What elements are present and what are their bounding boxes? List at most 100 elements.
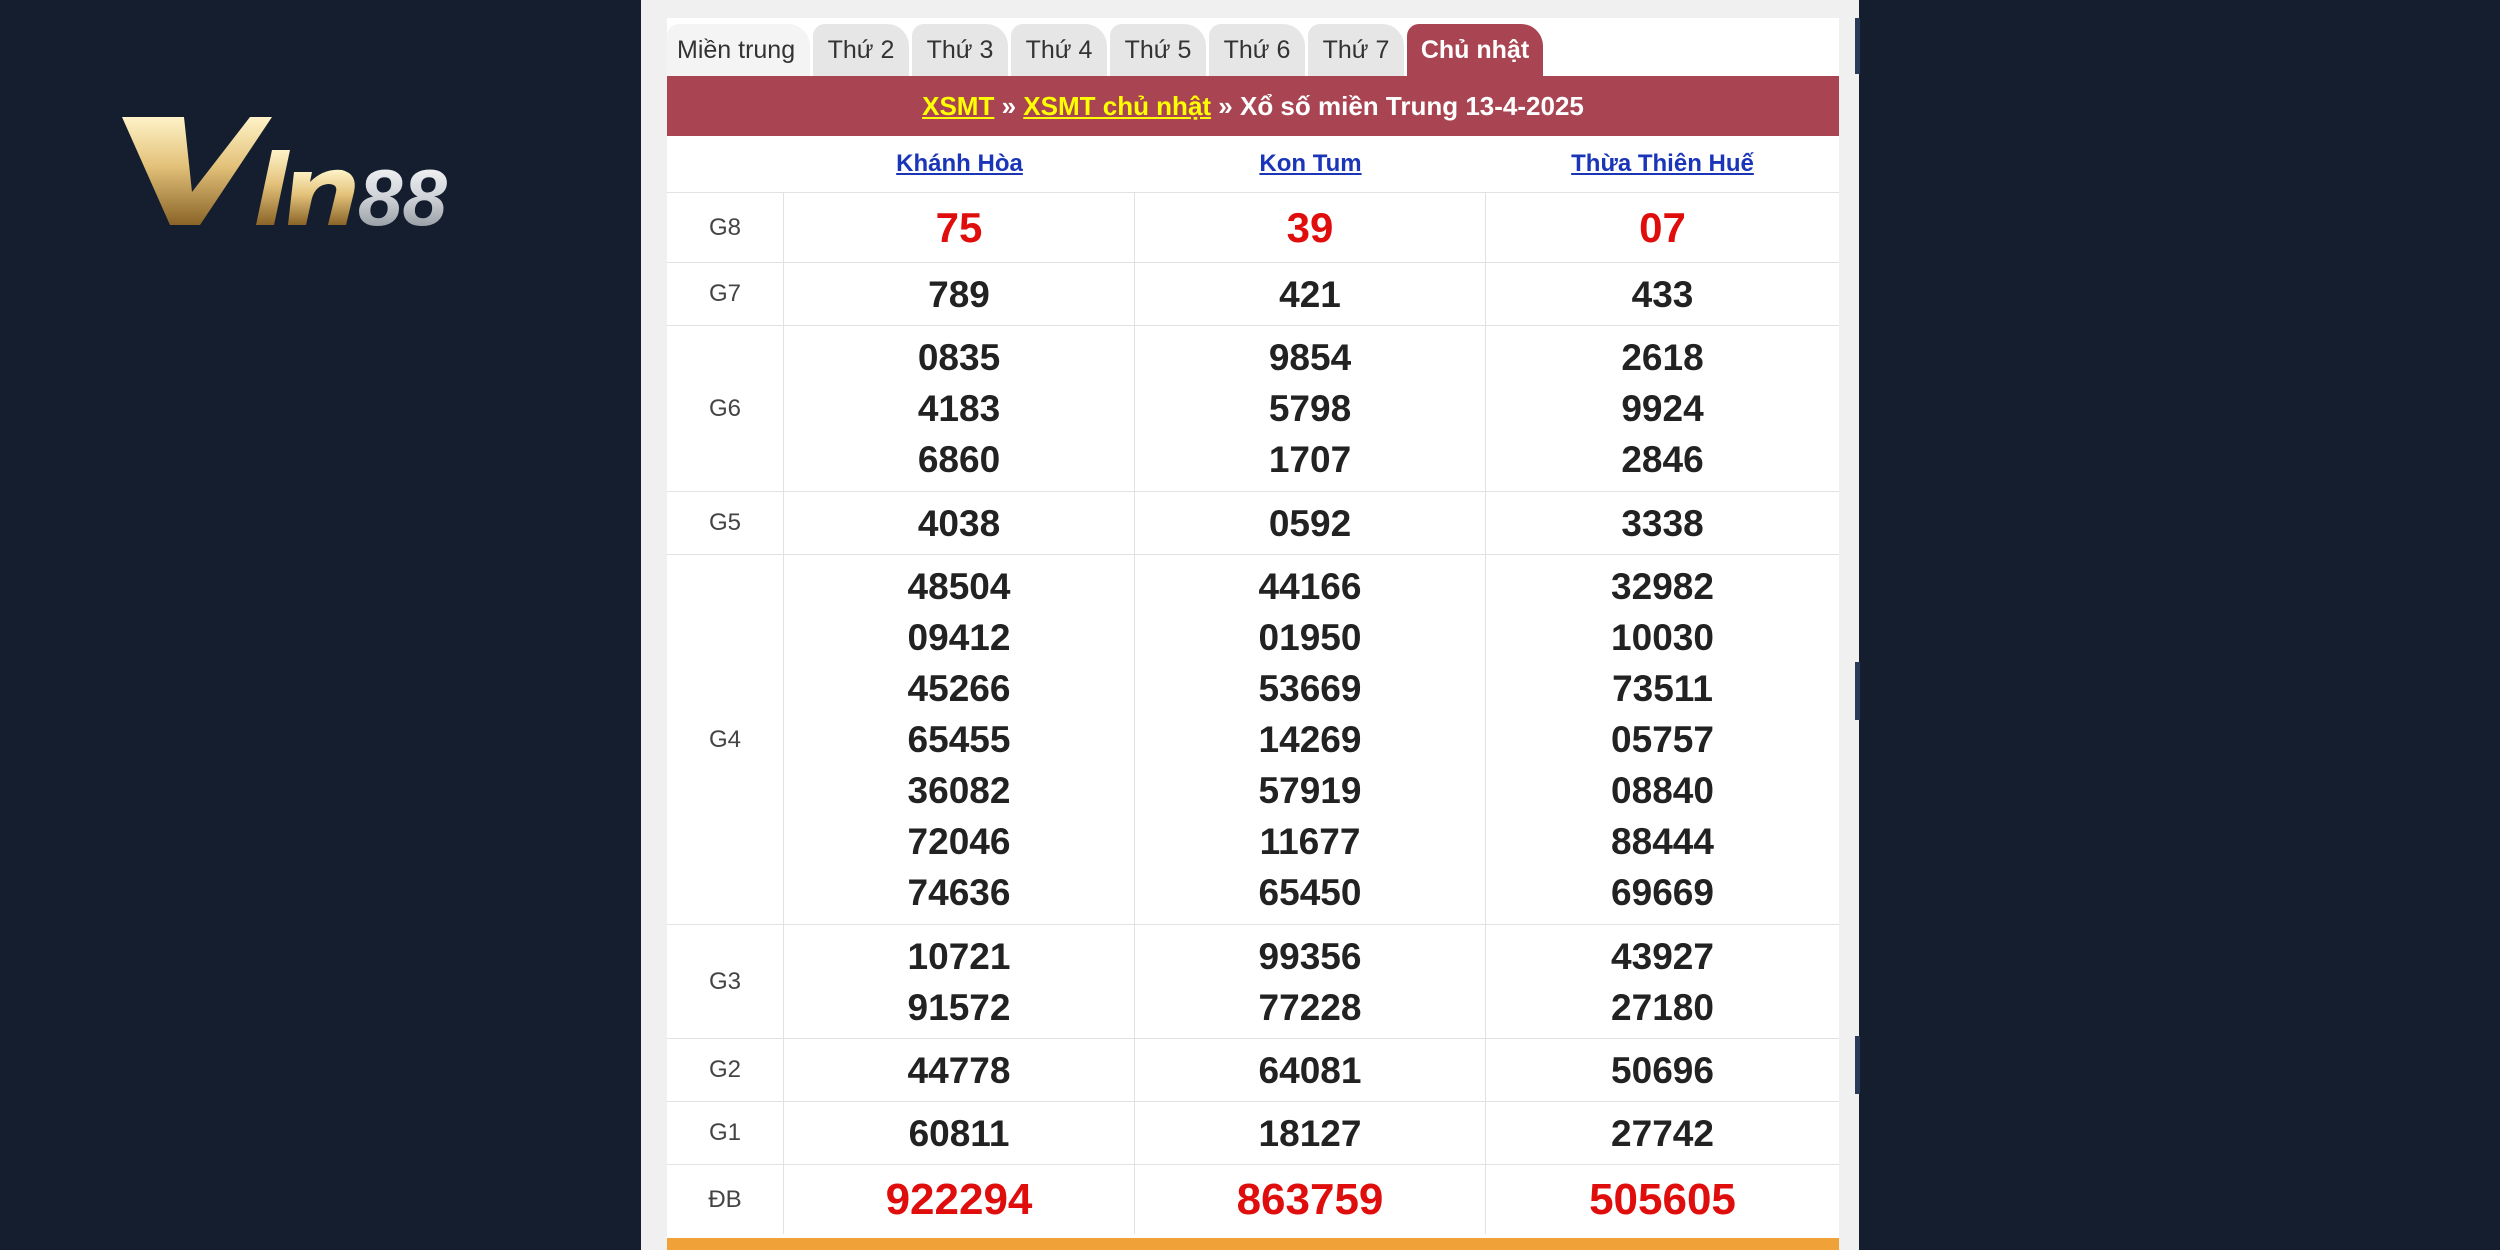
prize-row-g2: G2 44778 64081 50696 (667, 1038, 1839, 1101)
prize-row-g5: G5 4038 0592 3338 (667, 491, 1839, 554)
result-number: 11677 (1259, 821, 1361, 862)
result-number: 09412 (907, 617, 1011, 658)
prize-label: G4 (667, 555, 784, 924)
result-number: 0592 (1268, 502, 1352, 544)
result-number: 69669 (1611, 872, 1714, 913)
result-cell: 433 (1486, 263, 1839, 325)
result-cell: 75 (784, 193, 1135, 262)
special-prize-number: 863759 (1236, 1175, 1384, 1224)
result-number: 39 (1286, 204, 1334, 251)
prize-row-g3: G3 10721 91572 99356 77228 43927 27180 (667, 924, 1839, 1038)
result-number: 64081 (1258, 1049, 1362, 1091)
prize-row-g6: G6 0835 4183 6860 9854 5798 1707 2618 99… (667, 325, 1839, 491)
svg-text:88: 88 (358, 153, 447, 242)
result-cell: 505605 (1486, 1165, 1839, 1234)
result-number: 10030 (1611, 617, 1714, 658)
vin88-logo-image: 88 (122, 117, 447, 242)
result-cell: 07 (1486, 193, 1839, 262)
result-cell: 2618 9924 2846 (1486, 326, 1839, 491)
result-cell: 44778 (784, 1039, 1135, 1101)
result-number: 08840 (1611, 770, 1714, 811)
result-cell: 44166 01950 53669 14269 57919 11677 6545… (1135, 555, 1486, 924)
result-number: 6860 (917, 439, 1001, 480)
result-number: 73511 (1612, 668, 1713, 709)
results-title-bar: XSMT » XSMT chủ nhật » Xổ số miền Trung … (667, 76, 1839, 136)
result-cell: 0592 (1135, 492, 1486, 554)
edge-marker (1855, 18, 1860, 74)
result-cell: 50696 (1486, 1039, 1839, 1101)
tab-thu-2[interactable]: Thứ 2 (813, 24, 909, 76)
prize-row-g7: G7 789 421 433 (667, 262, 1839, 325)
result-number: 50696 (1611, 1049, 1714, 1091)
day-tabs: Miền trung Thứ 2 Thứ 3 Thứ 4 Thứ 5 Thứ 6… (667, 18, 1839, 76)
result-cell: 64081 (1135, 1039, 1486, 1101)
result-number: 3338 (1621, 502, 1704, 544)
result-number: 5798 (1268, 388, 1352, 429)
prize-row-g8: G8 75 39 07 (667, 192, 1839, 262)
tab-mien-trung[interactable]: Miền trung (667, 24, 810, 76)
result-cell: 99356 77228 (1135, 925, 1486, 1038)
result-number: 9924 (1621, 388, 1704, 429)
result-number: 65455 (907, 719, 1011, 760)
result-number: 27742 (1611, 1112, 1714, 1154)
result-cell: 18127 (1135, 1102, 1486, 1164)
province-header-row: Khánh Hòa Kon Tum Thừa Thiên Huế (667, 136, 1839, 192)
breadcrumb-separator: » (994, 90, 1024, 121)
result-number: 9854 (1268, 337, 1352, 378)
result-number: 4038 (917, 502, 1001, 544)
result-number: 2618 (1621, 337, 1704, 378)
result-number: 44166 (1258, 566, 1362, 607)
tab-thu-3[interactable]: Thứ 3 (912, 24, 1008, 76)
result-number: 65450 (1258, 872, 1362, 913)
breadcrumb-xsmt-link[interactable]: XSMT (922, 91, 994, 122)
result-number: 45266 (907, 668, 1011, 709)
result-number: 18127 (1258, 1112, 1362, 1154)
result-number: 48504 (907, 566, 1011, 607)
result-number: 75 (935, 204, 983, 251)
prize-row-special: ĐB 922294 863759 505605 (667, 1164, 1839, 1234)
prize-label: G8 (667, 193, 784, 262)
province-khanh-hoa-link[interactable]: Khánh Hòa (784, 136, 1135, 192)
result-number: 4183 (917, 388, 1001, 429)
result-number: 91572 (907, 986, 1011, 1028)
result-cell: 4038 (784, 492, 1135, 554)
result-cell: 922294 (784, 1165, 1135, 1234)
result-cell: 0835 4183 6860 (784, 326, 1135, 491)
lottery-results-card: Miền trung Thứ 2 Thứ 3 Thứ 4 Thứ 5 Thứ 6… (667, 18, 1839, 1250)
tab-thu-6[interactable]: Thứ 6 (1209, 24, 1305, 76)
result-number: 72046 (907, 821, 1011, 862)
result-number: 57919 (1258, 770, 1362, 811)
result-cell: 27742 (1486, 1102, 1839, 1164)
footer-strip (667, 1238, 1839, 1250)
result-number: 14269 (1258, 719, 1362, 760)
result-cell: 9854 5798 1707 (1135, 326, 1486, 491)
special-prize-number: 505605 (1589, 1175, 1736, 1224)
result-number: 88444 (1611, 821, 1714, 862)
result-number: 10721 (907, 935, 1011, 977)
result-number: 2846 (1621, 439, 1704, 480)
result-number: 77228 (1258, 986, 1362, 1028)
province-thua-thien-hue-link[interactable]: Thừa Thiên Huế (1486, 136, 1839, 192)
results-table: G8 75 39 07 G7 789 421 433 G6 0835 4183 … (667, 192, 1839, 1234)
vin88-logo: 88 (122, 112, 482, 242)
breadcrumb-separator: » (1211, 90, 1240, 121)
result-number: 32982 (1611, 566, 1714, 607)
result-number: 433 (1631, 273, 1694, 315)
result-cell: 789 (784, 263, 1135, 325)
result-number: 01950 (1258, 617, 1362, 658)
edge-marker (1855, 662, 1860, 720)
prize-row-g4: G4 48504 09412 45266 65455 36082 72046 7… (667, 554, 1839, 924)
tab-thu-7[interactable]: Thứ 7 (1308, 24, 1404, 76)
province-kon-tum-link[interactable]: Kon Tum (1135, 136, 1486, 192)
tab-thu-4[interactable]: Thứ 4 (1011, 24, 1107, 76)
tab-thu-5[interactable]: Thứ 5 (1110, 24, 1206, 76)
result-number: 36082 (907, 770, 1011, 811)
tab-chu-nhat[interactable]: Chủ nhật (1407, 24, 1543, 76)
result-number: 53669 (1258, 668, 1362, 709)
result-number: 789 (928, 273, 990, 315)
result-cell: 10721 91572 (784, 925, 1135, 1038)
breadcrumb-xsmt-sunday-link[interactable]: XSMT chủ nhật (1023, 91, 1211, 122)
special-prize-number: 922294 (885, 1175, 1033, 1224)
prize-label: G2 (667, 1039, 784, 1101)
result-number: 44778 (907, 1049, 1011, 1091)
